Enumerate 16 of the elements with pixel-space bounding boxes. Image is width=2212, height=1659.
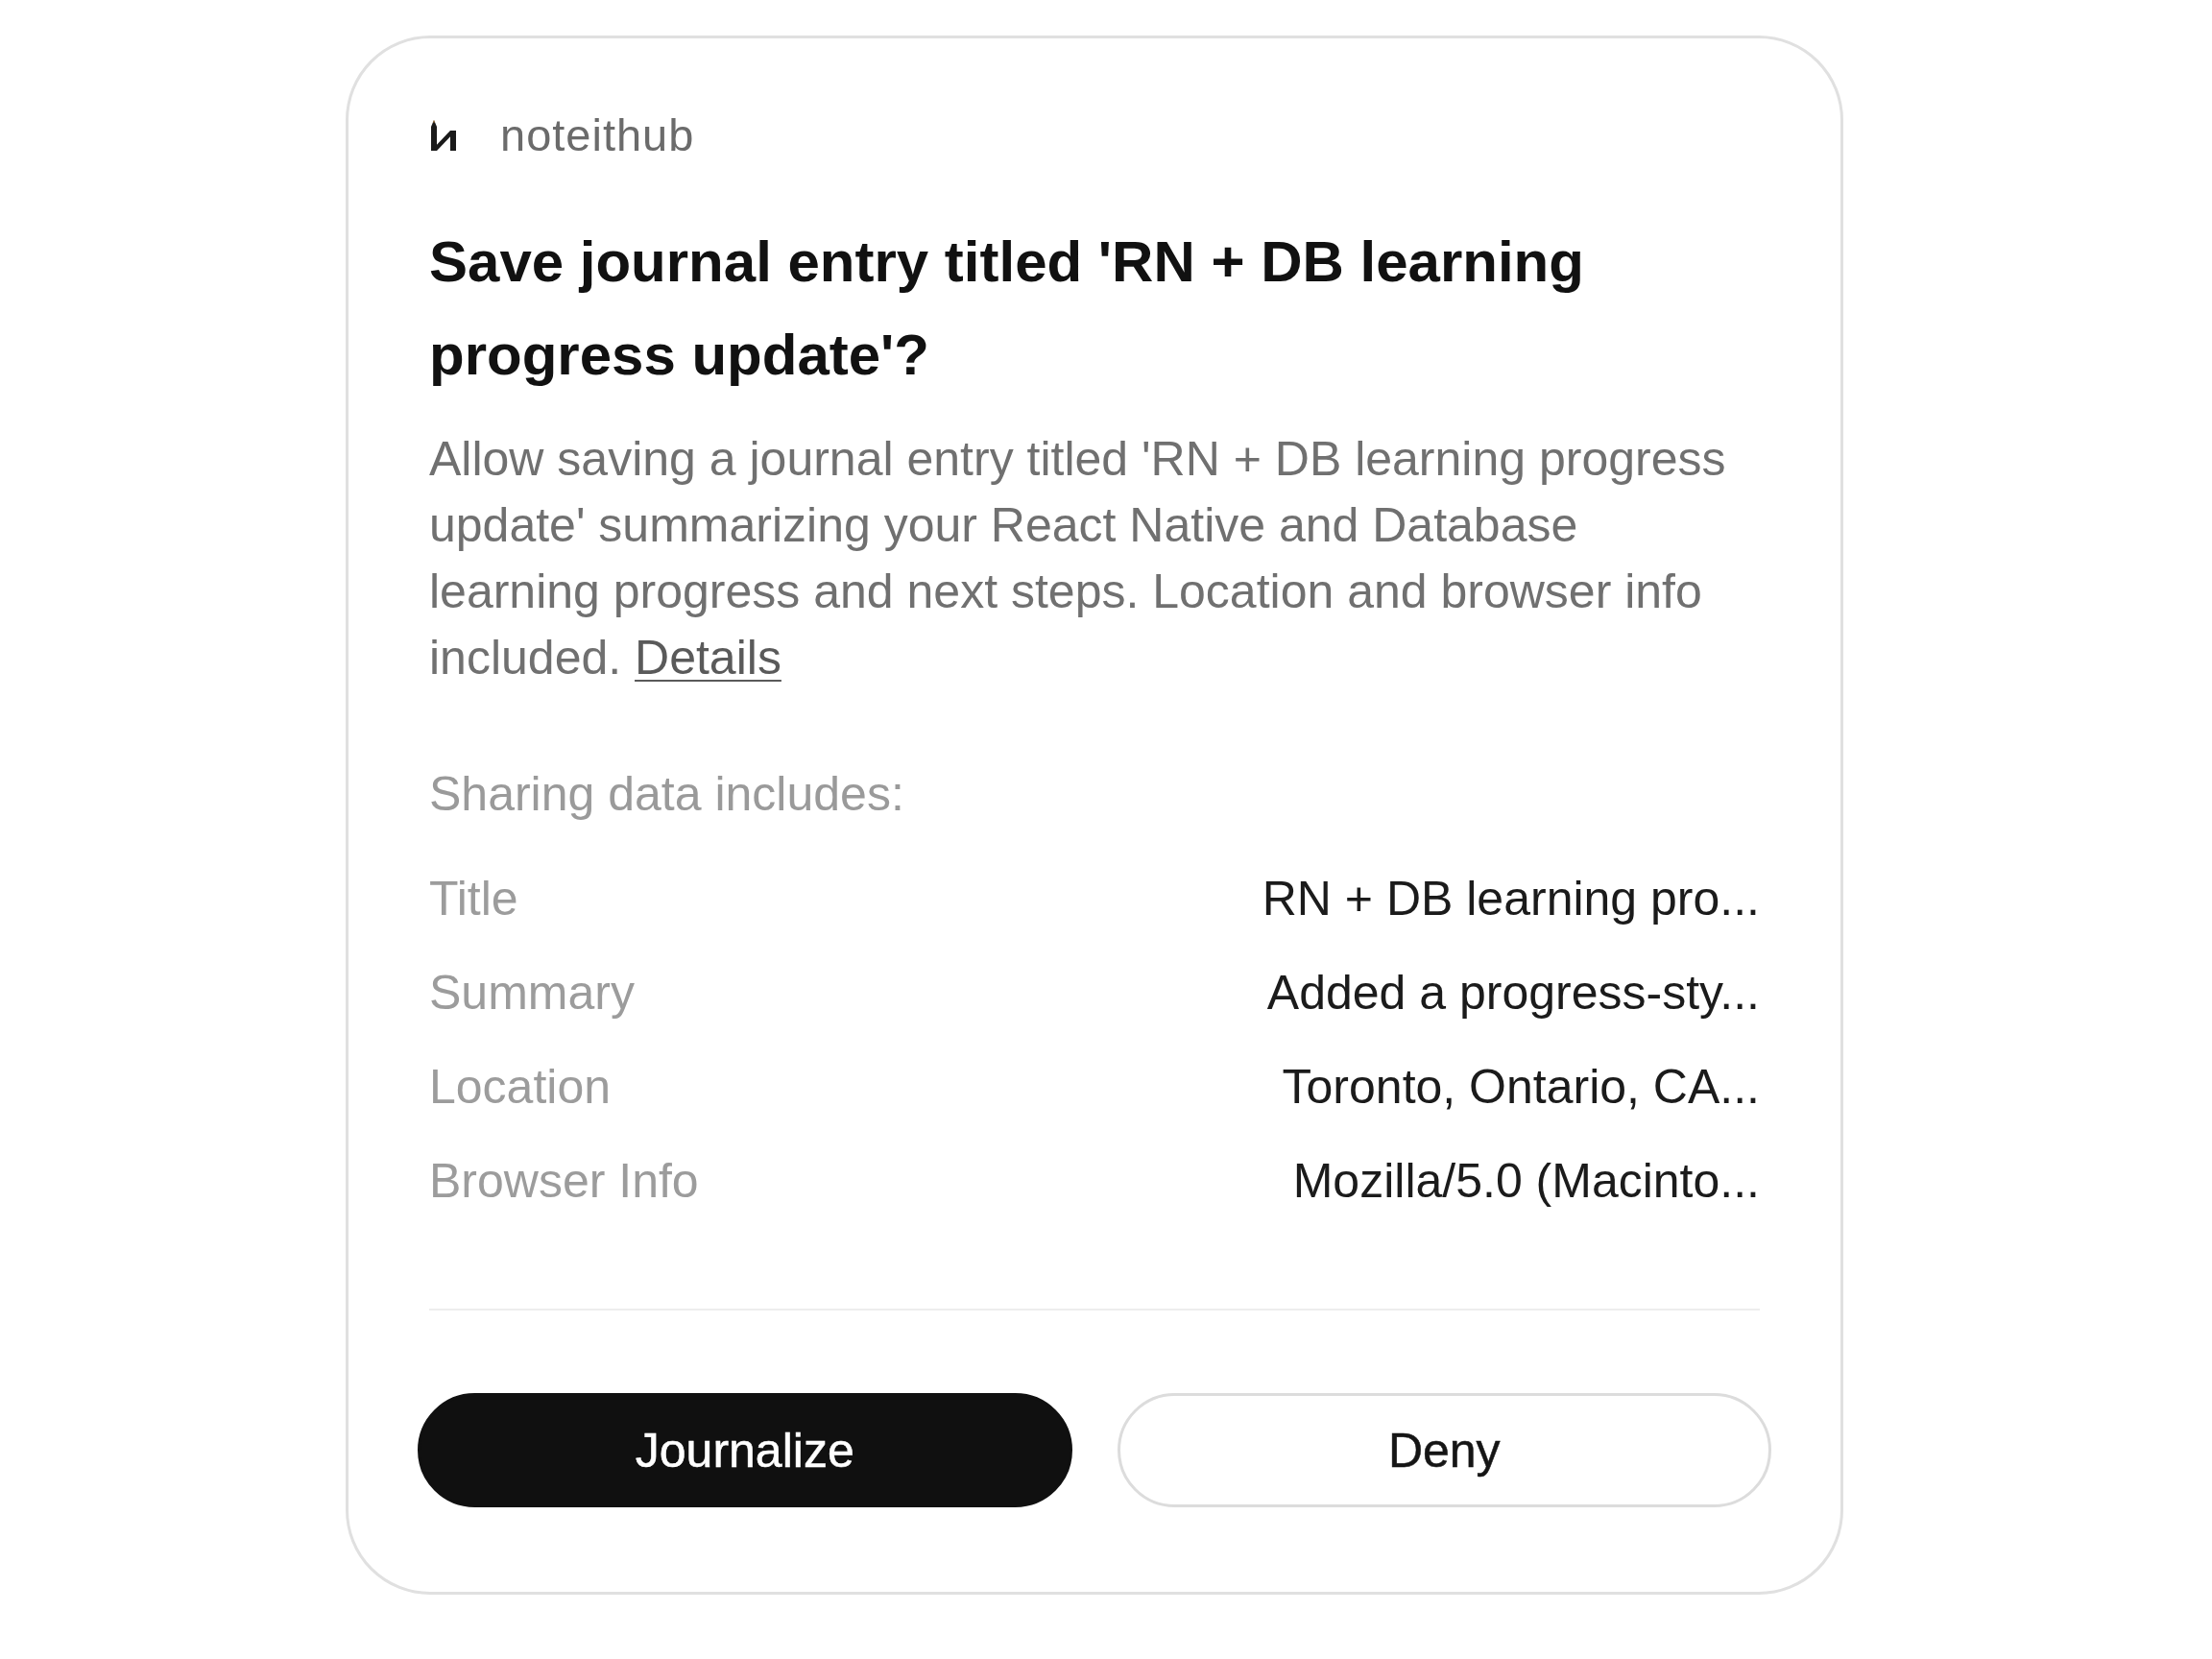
dialog-title: Save journal entry titled 'RN + DB learning progress update'? [429, 228, 1585, 389]
description-text: Allow saving a journal entry titled 'RN + DB learning progress update' summarizing your React Native and Database learning progress and next steps. Location and browser info included. Details [429, 431, 1727, 686]
details-link[interactable]: Details [635, 631, 781, 685]
field-value: Mozilla/5.0 (Macinto... [1292, 1153, 1760, 1210]
field-value: Toronto, Ontario, CA... [1282, 1059, 1760, 1116]
app-name: noteithub [500, 108, 695, 162]
field-label: Title [429, 871, 518, 927]
deny-button[interactable]: Deny [1117, 1393, 1771, 1507]
field-label: Summary [429, 965, 635, 1022]
sharing-heading: Sharing data includes: [429, 766, 905, 823]
field-label: Browser Info [429, 1153, 699, 1210]
field-value: RN + DB learning pro... [1262, 871, 1760, 927]
field-label: Location [429, 1059, 612, 1116]
journalize-button[interactable]: Journalize [418, 1393, 1072, 1507]
field-value: Added a progress-sty... [1266, 965, 1760, 1022]
app-logo-icon [429, 119, 458, 152]
